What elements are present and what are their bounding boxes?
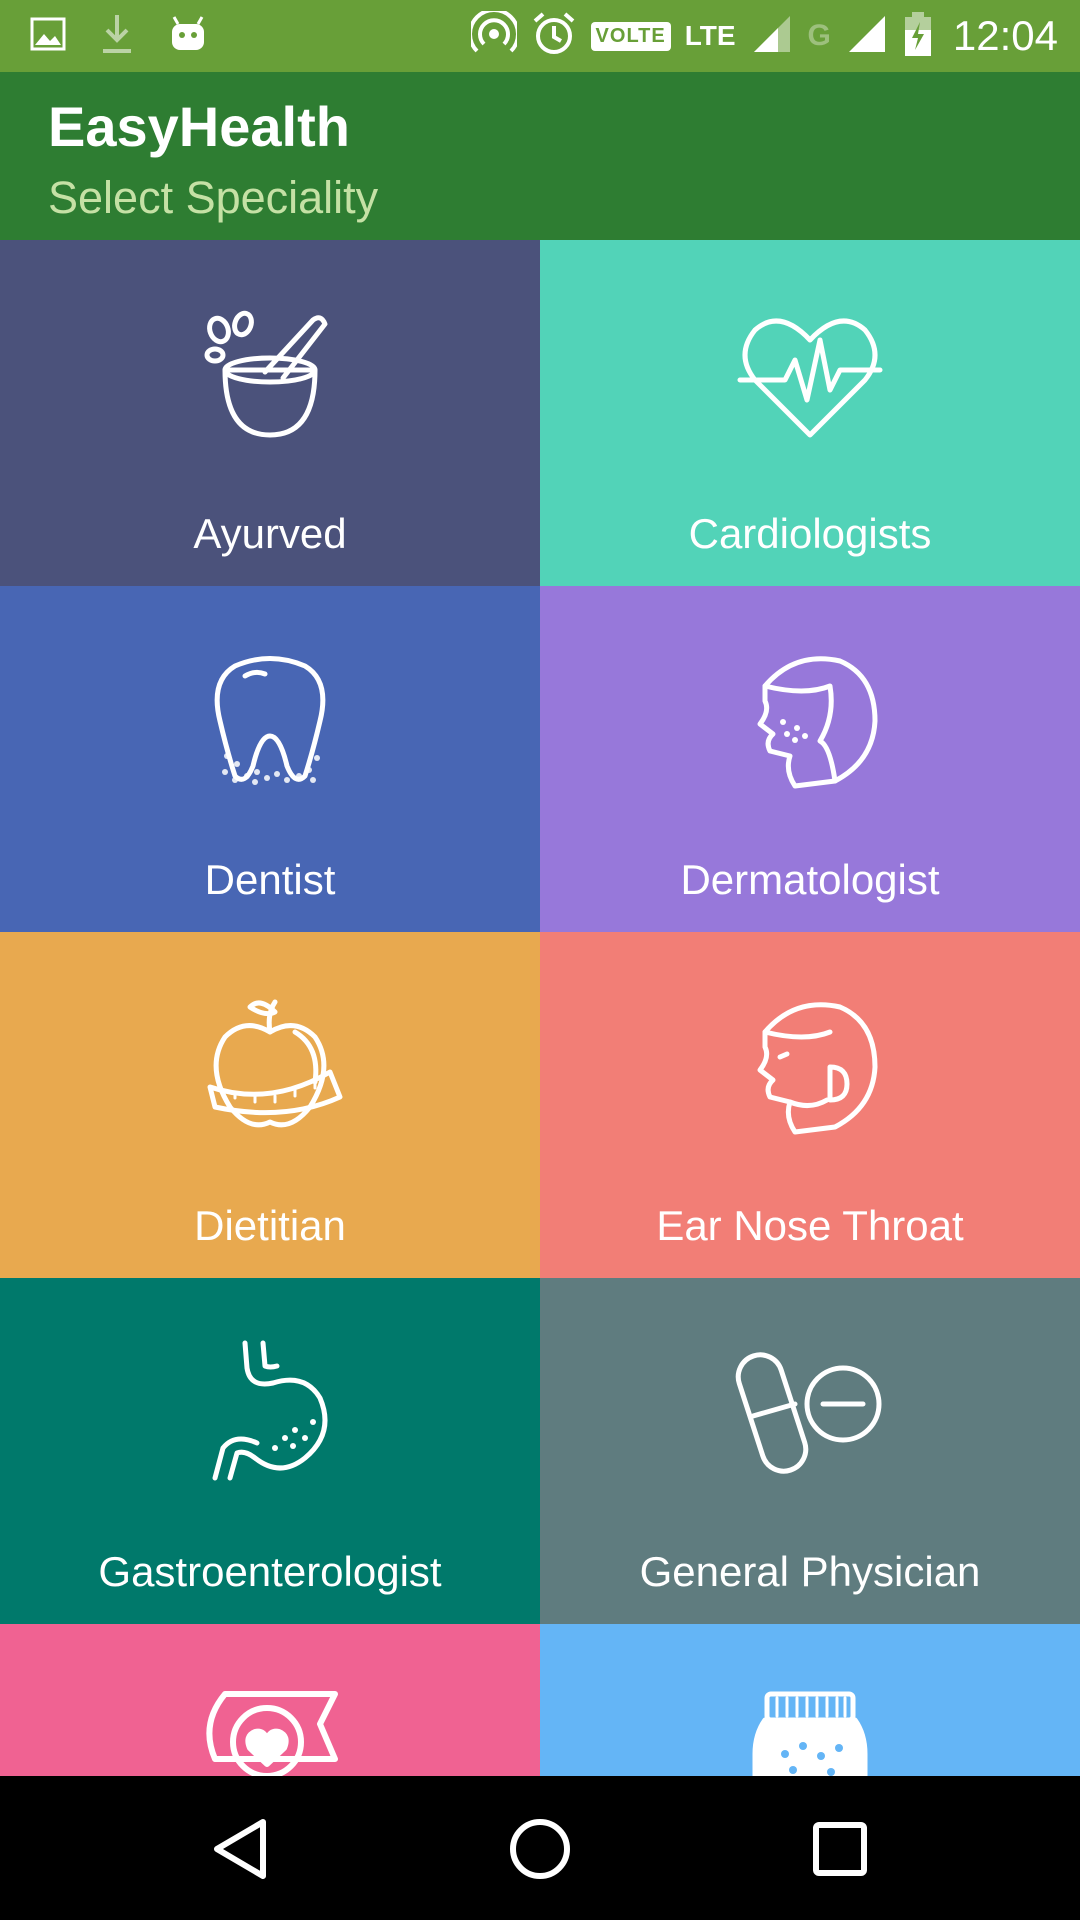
medicine-jar-icon [735,1684,885,1776]
speciality-grid: Ayurved Cardiologists Dentist Dermatolog… [0,240,1080,1776]
tooth-icon [195,646,345,796]
speciality-tile-cardiologists[interactable]: Cardiologists [540,240,1080,586]
speciality-tile-partial-pink[interactable] [0,1624,540,1776]
heart-bag-icon [195,1684,345,1776]
signal-icon [750,12,794,61]
page-subtitle: Select Speciality [48,172,379,223]
tile-label: Dermatologist [680,856,940,903]
face-skin-icon [735,646,885,796]
tile-label: Dietitian [194,1202,346,1249]
recents-icon[interactable] [805,1814,875,1884]
speciality-tile-dermatologist[interactable]: Dermatologist [540,586,1080,932]
tile-label: General Physician [639,1548,981,1595]
heart-pulse-icon [735,300,885,450]
android-icon [168,14,208,59]
navigation-bar [0,1776,1080,1920]
tile-label: Cardiologists [688,510,932,557]
tile-label: Dentist [204,856,336,903]
apple-tape-icon [195,992,345,1142]
app-bar: EasyHealth Select Speciality [0,72,1080,240]
battery-icon [903,10,933,63]
tile-label: Ear Nose Throat [656,1202,964,1249]
home-icon[interactable] [505,1814,575,1884]
back-icon[interactable] [205,1814,275,1884]
app-title: EasyHealth [48,95,350,158]
status-time: 12:04 [952,12,1058,59]
speciality-tile-gastroenterologist[interactable]: Gastroenterologist [0,1278,540,1624]
speciality-tile-ayurved[interactable]: Ayurved [0,240,540,586]
speciality-tile-dietitian[interactable]: Dietitian [0,932,540,1278]
tile-label: Gastroenterologist [98,1548,442,1595]
alarm-icon [531,11,577,62]
download-icon [100,13,134,60]
signal-g-icon: G [807,19,831,52]
status-bar: VOLTE LTE G 12:04 [0,0,1080,72]
speciality-tile-dentist[interactable]: Dentist [0,586,540,932]
speciality-tile-ear-nose-throat[interactable]: Ear Nose Throat [540,932,1080,1278]
image-icon [30,17,66,56]
signal-icon-2 [845,12,889,61]
stomach-icon [195,1338,345,1488]
volte-icon: VOLTE [590,21,671,51]
speciality-tile-general-physician[interactable]: General Physician [540,1278,1080,1624]
hotspot-icon [467,7,520,62]
face-ent-icon [735,992,885,1142]
pills-icon [735,1338,885,1488]
speciality-tile-partial-blue[interactable] [540,1624,1080,1776]
mortar-pestle-icon [195,300,345,450]
tile-label: Ayurved [193,510,347,557]
lte-icon: LTE [684,20,736,51]
